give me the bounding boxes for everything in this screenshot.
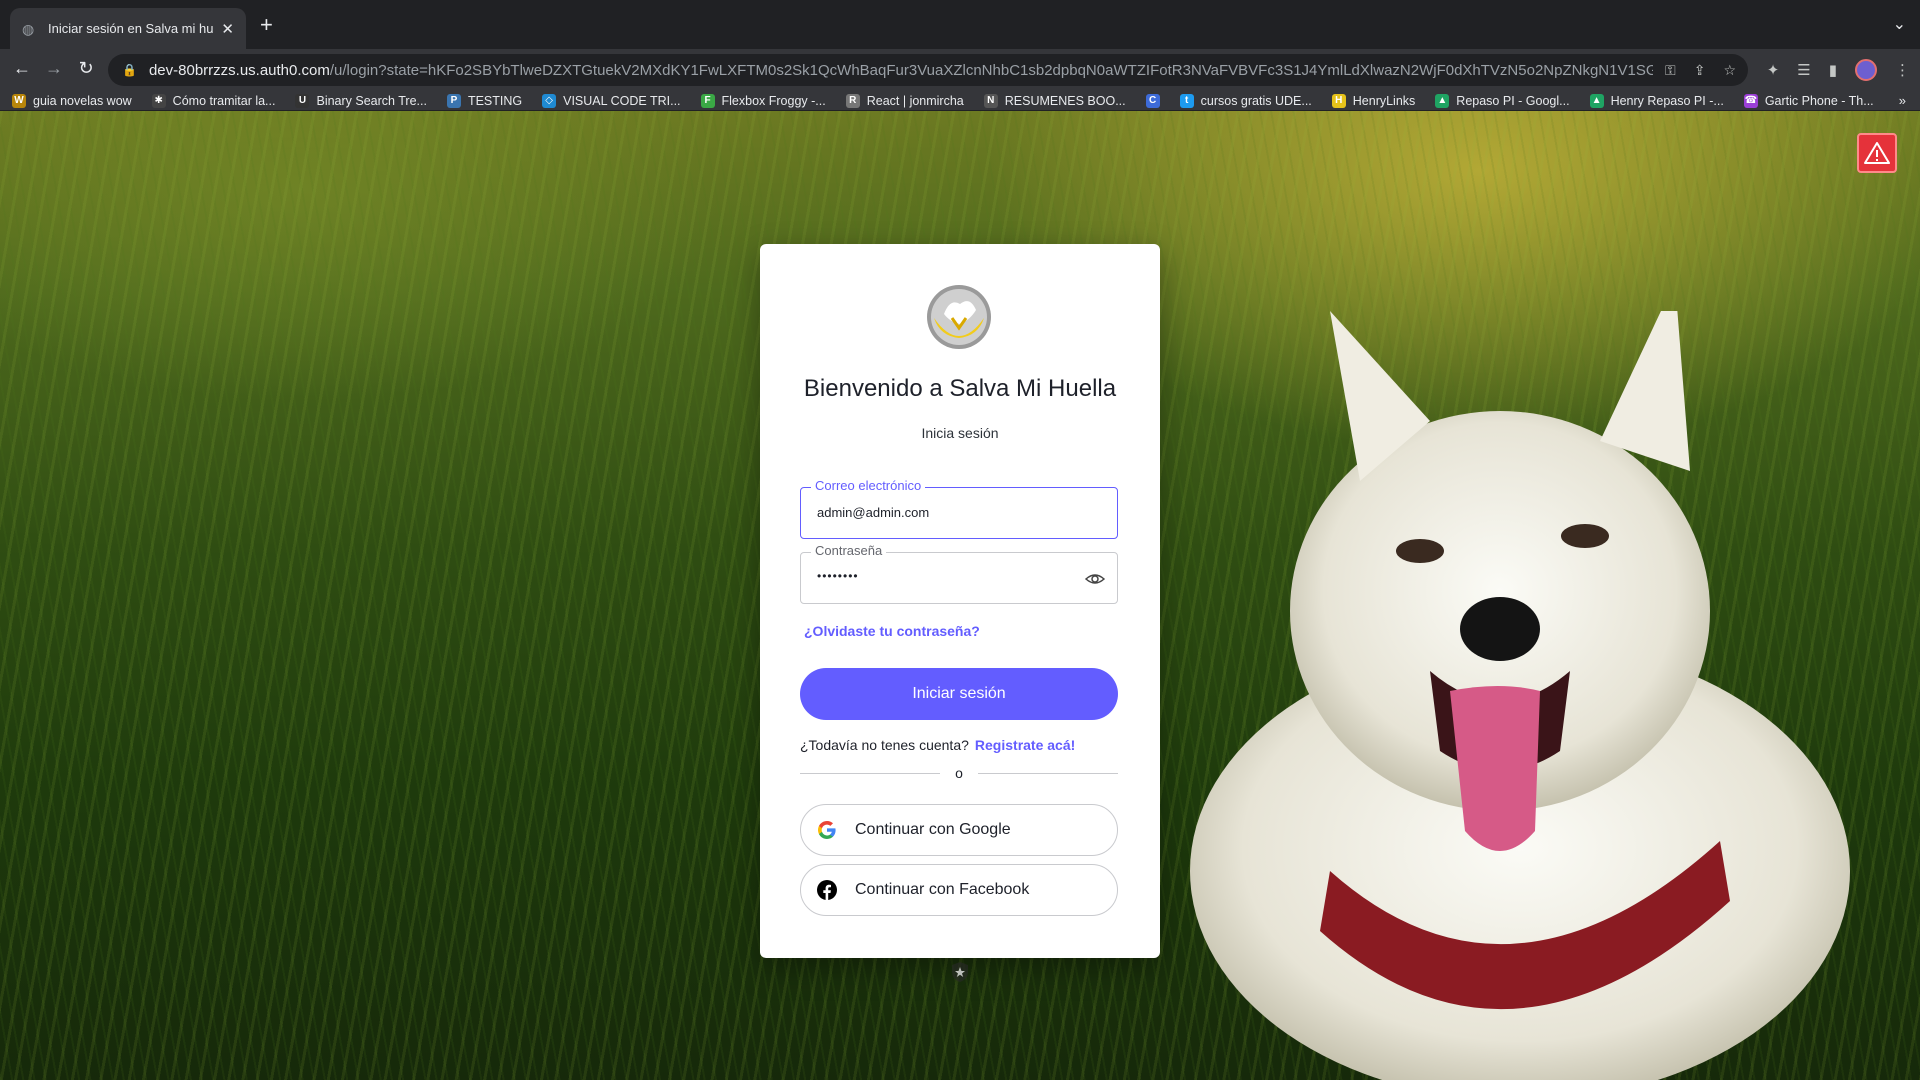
bookmark-favicon-icon: t	[1179, 94, 1194, 108]
tab-bar: ◍ Iniciar sesión en Salva mi huella ✕ + …	[0, 0, 1920, 49]
bookmark-label: TESTING	[467, 94, 523, 108]
bookmark-item[interactable]: H HenryLinks	[1331, 94, 1416, 108]
password-label: Contraseña	[811, 543, 887, 558]
bookmark-label: Flexbox Froggy -...	[721, 94, 826, 108]
bookmark-favicon-icon: ▲	[1435, 94, 1450, 108]
bookmark-item[interactable]: N RESUMENES BOO...	[983, 94, 1126, 108]
profile-avatar[interactable]	[1855, 59, 1877, 81]
bookmark-list: Wguia novelas wow ✱ Cómo tramitar la... U Bi…	[12, 91, 1874, 111]
email-value[interactable]: admin@admin.com	[817, 505, 929, 520]
bookmark-favicon-icon: P	[446, 94, 461, 108]
auth0-shield-icon	[952, 962, 968, 982]
forward-button[interactable]: →	[42, 58, 66, 79]
bookmark-label: HenryLinks	[1352, 94, 1416, 108]
close-tab-icon[interactable]: ✕	[221, 20, 234, 38]
lock-icon[interactable]: 🔒	[122, 63, 137, 77]
bookmark-label: cursos gratis UDE...	[1200, 94, 1312, 108]
bookmark-item[interactable]: ◇ VISUAL CODE TRI...	[542, 94, 681, 108]
email-label: Correo electrónico	[811, 478, 926, 493]
bookmark-favicon-icon: H	[1331, 94, 1346, 108]
address-bar[interactable]: 🔒 dev-80brrzzs.us.auth0.com /u/login?sta…	[108, 54, 1748, 86]
warning-icon	[1864, 142, 1890, 164]
welcome-heading: Bienvenido a Salva Mi Huella	[803, 375, 1117, 402]
active-tab[interactable]: ◍ Iniciar sesión en Salva mi huella ✕	[10, 8, 246, 49]
register-link[interactable]: Registrate acá!	[975, 737, 1075, 753]
email-field[interactable]: Correo electrónico admin@admin.com	[800, 478, 1118, 539]
bookmark-favicon-icon: ◇	[542, 94, 557, 108]
bookmark-label: guia novelas wow	[33, 94, 132, 108]
warning-button[interactable]	[1857, 133, 1897, 173]
divider-line-right	[978, 773, 1118, 774]
bookmark-item[interactable]: R React | jonmircha	[845, 94, 964, 108]
login-button[interactable]: Iniciar sesión	[800, 668, 1118, 720]
login-subtitle: Inicia sesión	[921, 425, 999, 441]
or-divider: o	[800, 763, 1118, 783]
bookmark-item[interactable]: U Binary Search Tre...	[295, 94, 427, 108]
bookmark-label: Binary Search Tre...	[316, 94, 427, 108]
reload-button[interactable]: ↻	[74, 58, 98, 79]
password-field[interactable]: Contraseña ••••••••	[800, 543, 1118, 604]
signup-row: ¿Todavía no tenes cuenta? Registrate acá!	[800, 737, 1075, 753]
bookmark-favicon-icon: U	[295, 94, 310, 108]
facebook-icon	[817, 880, 837, 900]
login-page: Bienvenido a Salva Mi Huella Inicia sesi…	[0, 111, 1920, 1080]
url-host: dev-80brrzzs.us.auth0.com	[148, 61, 330, 79]
menu-icon[interactable]: ⋮	[1895, 61, 1910, 79]
bookmark-label: Cómo tramitar la...	[172, 94, 276, 108]
bookmark-item[interactable]: ▲ Repaso PI - Googl...	[1435, 94, 1570, 108]
bookmark-favicon-icon: R	[845, 94, 860, 108]
bookmark-favicon-icon: ▲	[1589, 94, 1604, 108]
bookmark-favicon-icon: W	[12, 94, 26, 108]
bookmark-item[interactable]: P TESTING	[446, 94, 523, 108]
bookmark-favicon-icon: ✱	[151, 94, 166, 108]
star-icon[interactable]: ☆	[1723, 62, 1736, 79]
url-path: /u/login?state=hKFo2SBYbTlweDZXTGtuekV2M…	[329, 61, 1654, 79]
bookmark-item[interactable]: C	[1145, 94, 1160, 108]
side-panel-icon[interactable]: ▮	[1829, 61, 1837, 79]
bookmark-label: React | jonmircha	[866, 94, 964, 108]
google-button-label: Continuar con Google	[855, 821, 1011, 838]
show-password-eye-icon[interactable]	[1085, 569, 1105, 589]
bookmark-favicon-icon: C	[1145, 94, 1160, 108]
back-button[interactable]: ←	[10, 58, 34, 79]
bookmark-label: Repaso PI - Googl...	[1456, 94, 1570, 108]
bookmark-item[interactable]: ▲ Henry Repaso PI -...	[1589, 94, 1724, 108]
bookmark-favicon-icon: ☎	[1743, 94, 1758, 108]
globe-icon: ◍	[22, 20, 35, 37]
new-tab-button[interactable]: +	[260, 12, 273, 38]
toolbar: ← → ↻ 🔒 dev-80brrzzs.us.auth0.com /u/log…	[0, 49, 1920, 91]
facebook-login-button[interactable]: Continuar con Facebook	[800, 864, 1118, 916]
bookmark-favicon-icon: N	[983, 94, 998, 108]
bookmark-label: RESUMENES BOO...	[1004, 94, 1126, 108]
bookmark-item[interactable]: Wguia novelas wow	[12, 94, 132, 108]
password-value[interactable]: ••••••••	[817, 569, 859, 583]
login-card: Bienvenido a Salva Mi Huella Inicia sesi…	[760, 244, 1160, 958]
forgot-password-link[interactable]: ¿Olvidaste tu contraseña?	[804, 623, 980, 639]
bookmark-label: VISUAL CODE TRI...	[563, 94, 681, 108]
share-icon[interactable]: ⇪	[1694, 62, 1706, 79]
bookmark-item[interactable]: t cursos gratis UDE...	[1179, 94, 1312, 108]
bookmark-favicon-icon: F	[700, 94, 715, 108]
facebook-button-label: Continuar con Facebook	[855, 881, 1030, 898]
bookmark-label: Henry Repaso PI -...	[1610, 94, 1724, 108]
more-bookmarks-button[interactable]: »	[1899, 93, 1906, 108]
tab-search-chevron-icon[interactable]: ⌄	[1893, 14, 1906, 34]
bookmark-item[interactable]: F Flexbox Froggy -...	[700, 94, 826, 108]
bookmarks-bar: Wguia novelas wow ✱ Cómo tramitar la... U Bi…	[0, 91, 1920, 111]
no-account-text: ¿Todavía no tenes cuenta?	[800, 737, 969, 753]
key-icon[interactable]: ⚿	[1665, 62, 1676, 79]
extensions-icon[interactable]: ✦	[1767, 61, 1780, 79]
bookmark-label: Gartic Phone - Th...	[1764, 94, 1874, 108]
bookmark-item[interactable]: ✱ Cómo tramitar la...	[151, 94, 276, 108]
dog-photo	[1190, 311, 1850, 1080]
reading-list-icon[interactable]: ☰	[1797, 61, 1810, 79]
tab-title: Iniciar sesión en Salva mi huella	[48, 21, 214, 36]
salva-mi-huella-logo	[927, 285, 991, 349]
bookmark-item[interactable]: ☎ Gartic Phone - Th...	[1743, 94, 1874, 108]
google-login-button[interactable]: Continuar con Google	[800, 804, 1118, 856]
google-icon	[817, 820, 837, 840]
